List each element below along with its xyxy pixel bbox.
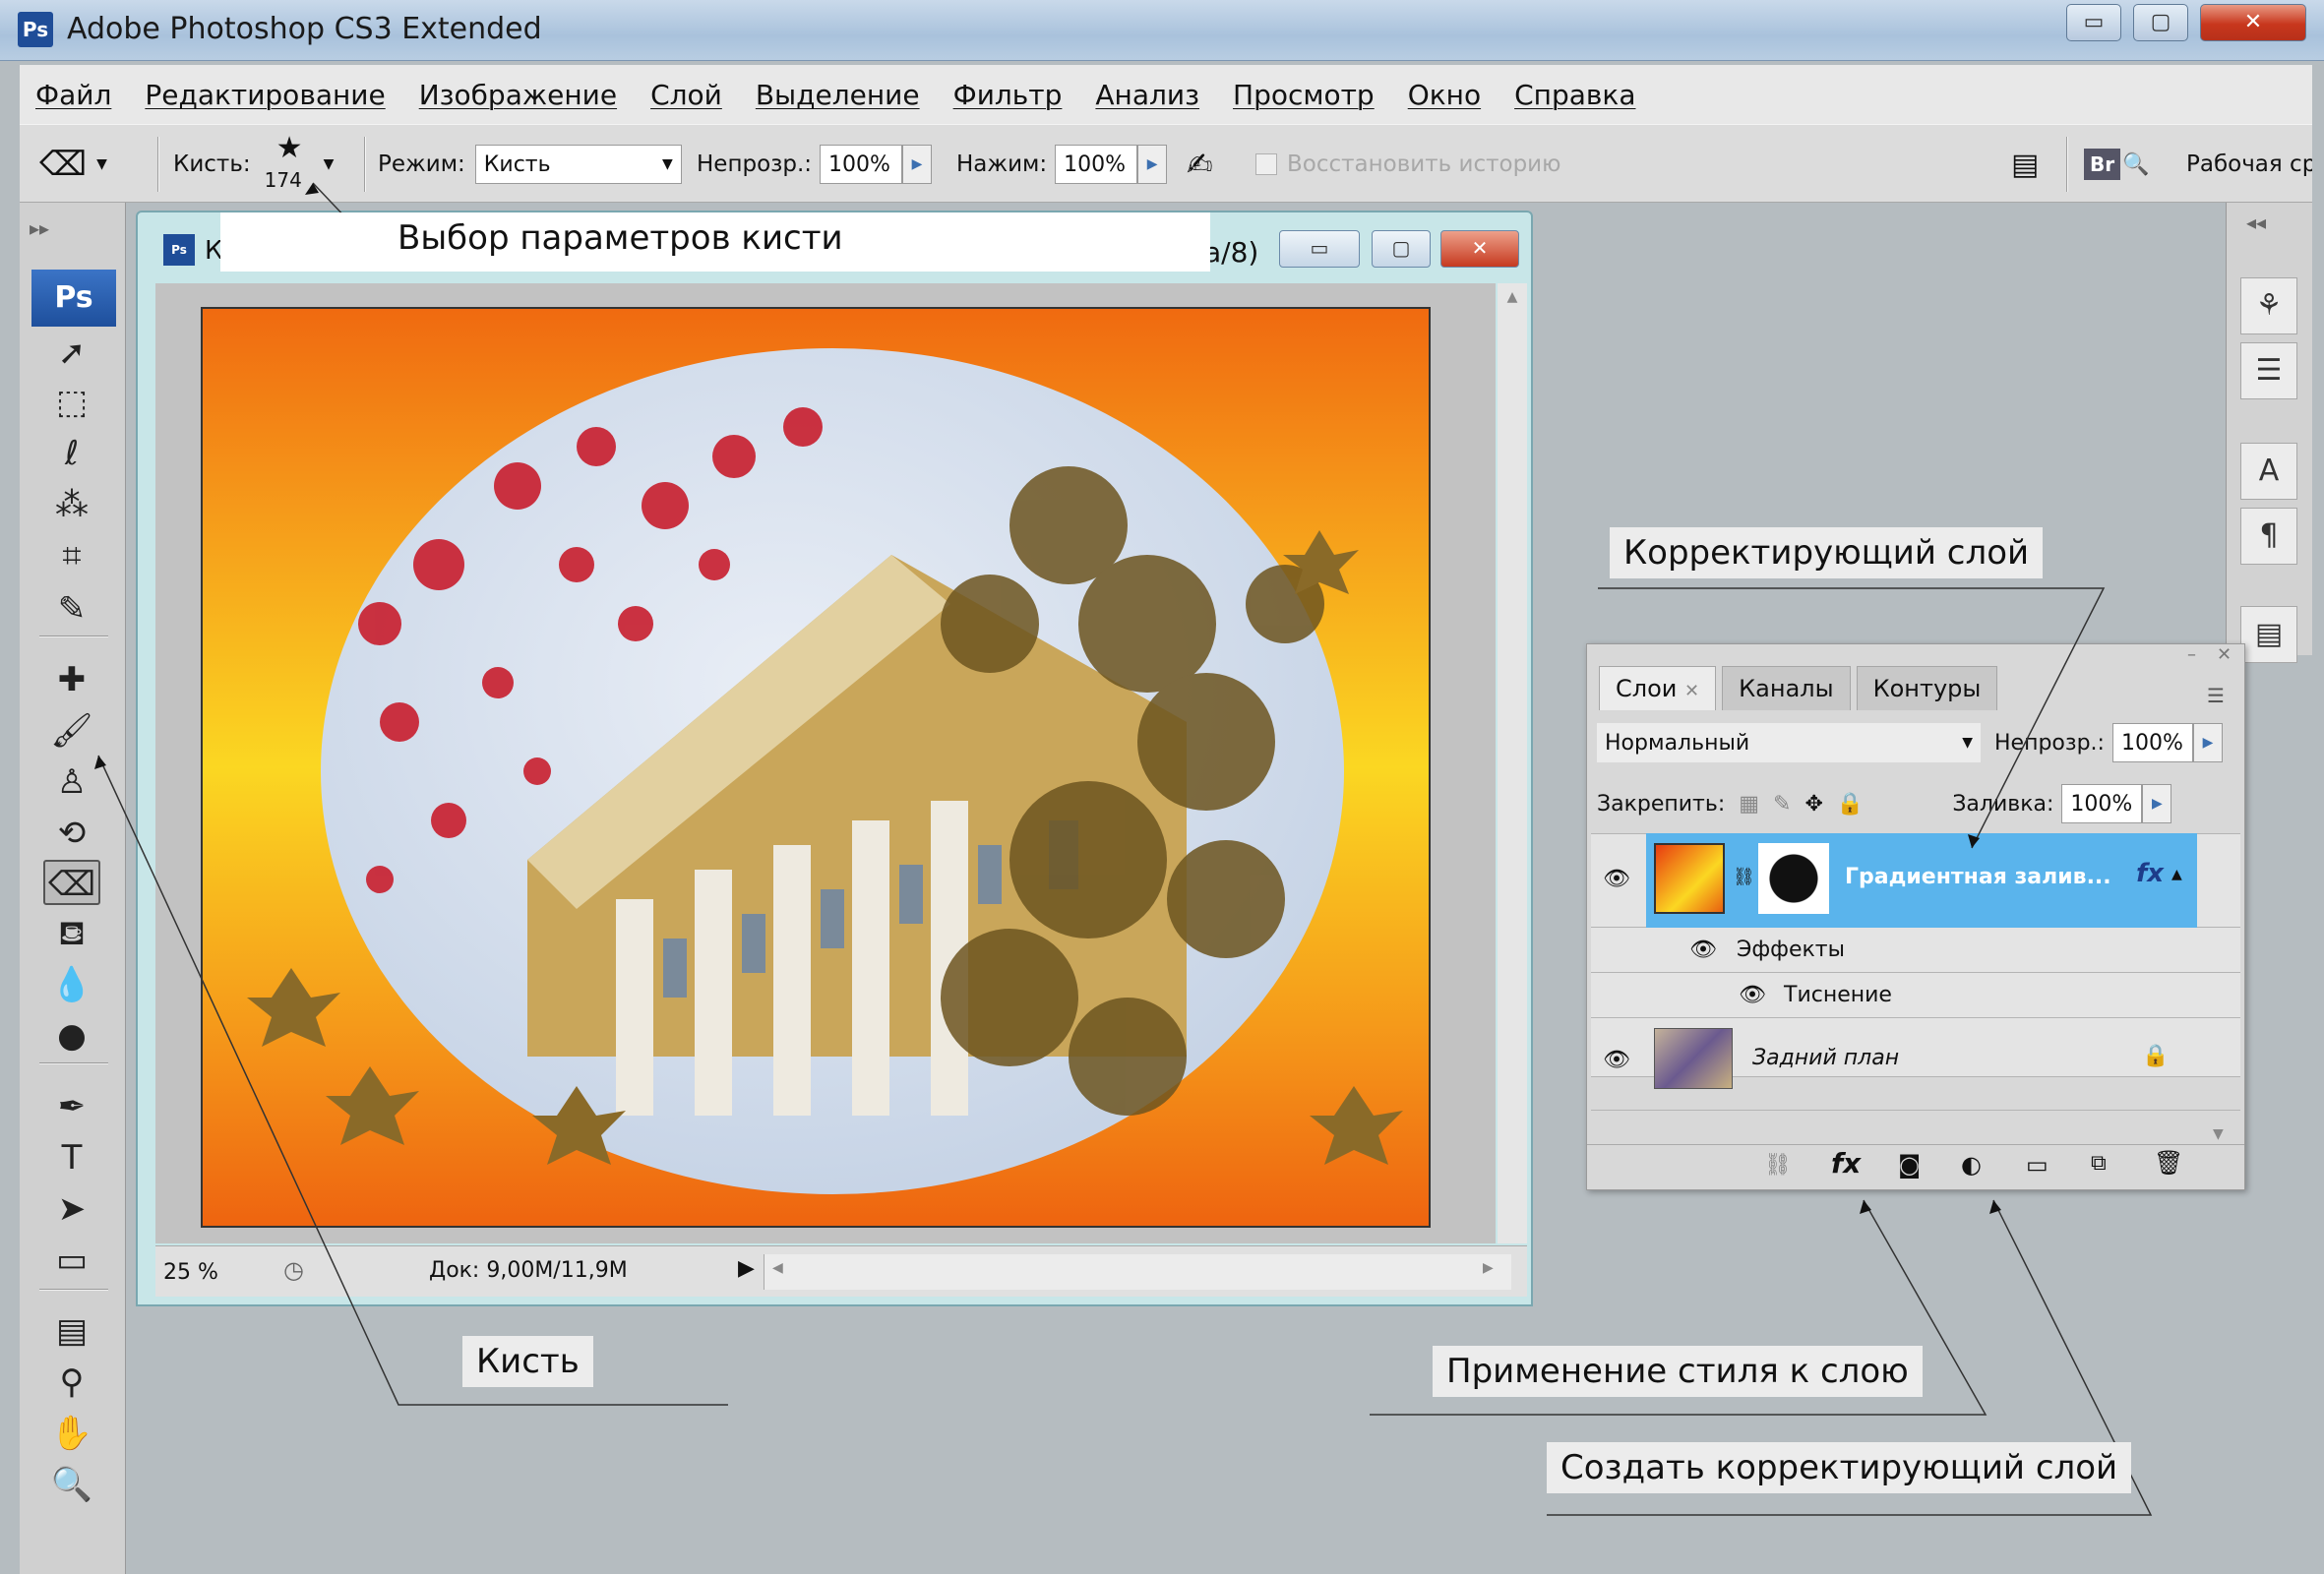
- callout-brush-params: Выбор параметров кисти: [220, 212, 1210, 272]
- callout-adjustment-layer: Корректирующий слой: [1610, 527, 2044, 578]
- callout-brush: Кисть: [462, 1336, 593, 1387]
- callout-create-adjustment: Создать корректирующий слой: [1547, 1442, 2132, 1493]
- callout-apply-style: Применение стиля к слою: [1433, 1346, 1923, 1397]
